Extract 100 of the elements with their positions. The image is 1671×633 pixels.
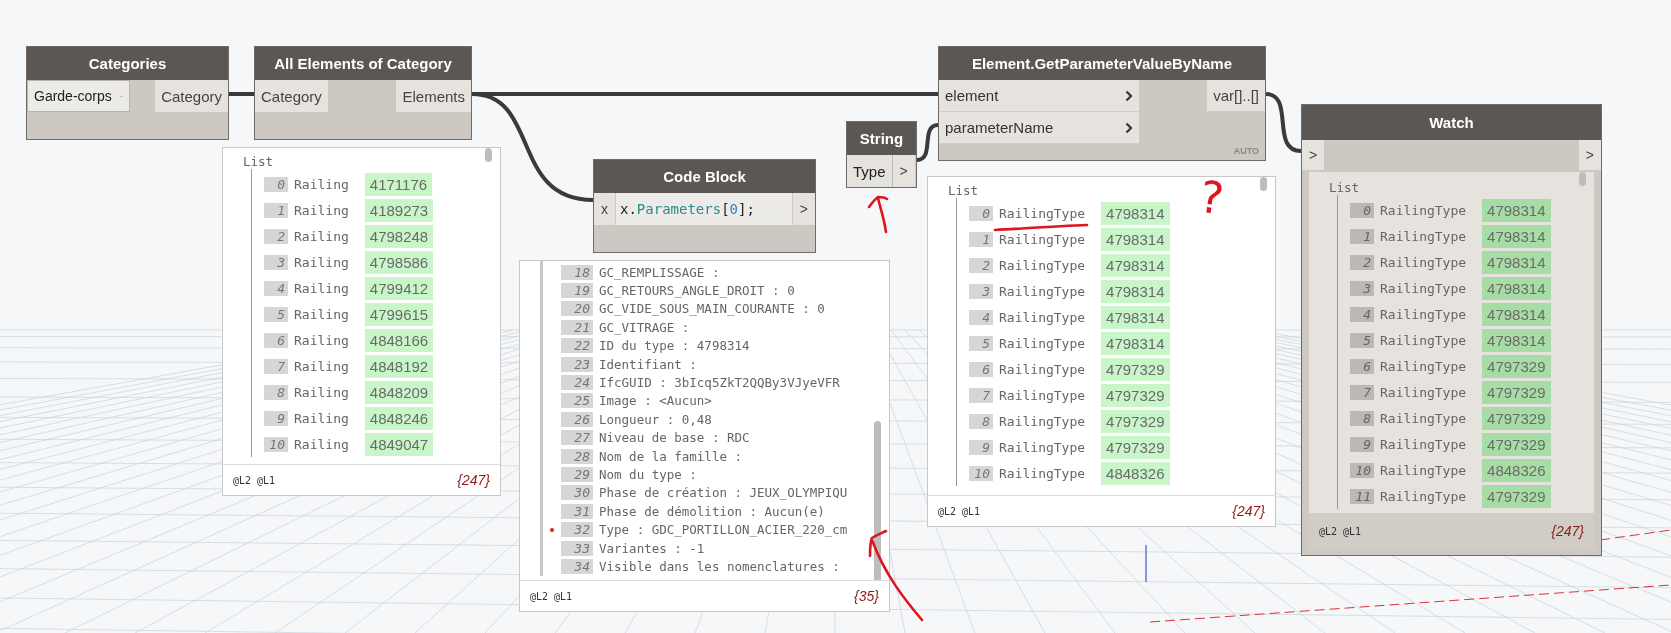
input-port[interactable]: Category (255, 80, 328, 112)
item-value: 4798314 (1482, 250, 1551, 274)
item-value: 4798314 (1101, 279, 1170, 303)
item-label: RailingType (1380, 488, 1467, 504)
list-index: 6 (264, 332, 288, 348)
item-label: Railing (294, 410, 349, 426)
item-text: GC_VIDE_SOUS_MAIN_COURANTE : 0 (599, 301, 825, 317)
item-text: IfcGUID : 3bIcq5ZkT2QQBy3VJyeVFR (599, 375, 840, 391)
scrollbar[interactable] (874, 421, 881, 580)
input-port[interactable]: element (939, 80, 1139, 112)
item-value: 4797329 (1482, 484, 1551, 508)
item-label: RailingType (1380, 410, 1467, 426)
output-port[interactable]: Category (155, 80, 228, 112)
item-label: RailingType (999, 335, 1086, 351)
item-value: 4797329 (1482, 406, 1551, 430)
list-index: 30 (561, 485, 593, 501)
input-port[interactable]: parameterName (939, 112, 1139, 144)
item-value: 4797329 (1482, 354, 1551, 378)
list-index: 23 (561, 356, 593, 372)
list-index: 32 (561, 522, 593, 538)
node-title: String (847, 122, 916, 155)
item-value: 4797329 (1482, 380, 1551, 404)
item-label: Railing (294, 358, 349, 374)
list-index: 26 (561, 411, 593, 427)
list-index: 28 (561, 448, 593, 464)
wire (229, 92, 254, 96)
categories-node[interactable]: Categories Garde-corps Category (26, 46, 229, 140)
item-value: 4848209 (364, 380, 434, 404)
item-label: RailingType (1380, 462, 1467, 478)
list-index: 9 (1350, 436, 1374, 452)
item-value: 4798314 (1101, 227, 1170, 251)
item-value: 4798314 (1482, 198, 1551, 222)
item-text: Identifiant : (599, 356, 697, 372)
list-index: 11 (1350, 488, 1374, 504)
watch-node[interactable] (1301, 104, 1602, 556)
item-label: RailingType (999, 361, 1086, 377)
string-value[interactable]: Type (847, 155, 893, 187)
list-index: 6 (969, 361, 993, 377)
list-index: 2 (1350, 254, 1374, 270)
list-index: 2 (264, 228, 288, 244)
item-label: RailingType (1380, 280, 1467, 296)
item-label: RailingType (999, 413, 1086, 429)
item-text: Phase de création : JEUX_OLYMPIQU (599, 485, 848, 501)
item-value: 4848166 (364, 328, 434, 352)
list-index: 8 (1350, 410, 1374, 426)
list-index: 1 (264, 202, 288, 218)
item-value: 4848326 (1482, 458, 1551, 482)
output-port[interactable]: Elements (396, 80, 471, 112)
list-index: 24 (561, 375, 593, 391)
node-title: All Elements of Category (255, 47, 471, 80)
list-levels: @L2 @L1 (530, 590, 573, 602)
item-label: RailingType (1380, 358, 1467, 374)
list-index: 20 (561, 301, 593, 317)
output-port[interactable]: > (792, 193, 815, 225)
list-index: 7 (969, 387, 993, 403)
list-levels: @L2 @L1 (233, 474, 276, 486)
node-title: Categories (27, 47, 228, 80)
item-text: Variantes : -1 (599, 540, 705, 556)
input-port[interactable]: x (594, 193, 615, 225)
wire (1265, 92, 1302, 153)
item-value: 4171176 (364, 172, 433, 196)
list-index: 4 (264, 280, 288, 296)
item-label: Railing (294, 176, 349, 192)
list-index: 8 (264, 384, 288, 400)
item-value: 4798314 (1101, 253, 1170, 277)
scrollbar[interactable] (1260, 177, 1267, 191)
list-index: 9 (264, 410, 288, 426)
item-label: RailingType (999, 257, 1086, 273)
item-text: Nom de la famille : (599, 448, 742, 464)
code-block-node[interactable]: Code Block x x.Parameters[0]; > (593, 159, 816, 253)
scrollbar[interactable] (485, 148, 492, 162)
chevron-icon (1125, 89, 1133, 102)
list-label: List (948, 183, 979, 198)
item-value: 4798248 (364, 224, 434, 248)
scrollbar[interactable] (1579, 172, 1586, 186)
list-index: 19 (561, 283, 593, 299)
list-levels: @L2 @L1 (1319, 525, 1362, 537)
get-parameter-node[interactable]: Element.GetParameterValueByName element parameterName var[]..[] AUTO (938, 46, 1266, 161)
wire (916, 123, 939, 162)
item-value: 4797329 (1482, 432, 1551, 456)
list-index: 18 (561, 264, 593, 280)
list-index: 4 (969, 309, 993, 325)
item-text: Longueur : 0,48 (599, 411, 712, 427)
input-port[interactable]: > (1302, 140, 1325, 170)
category-dropdown[interactable]: Garde-corps (27, 80, 130, 112)
list-index: 5 (969, 335, 993, 351)
output-port[interactable]: var[]..[] (1207, 80, 1265, 111)
list-index: 9 (969, 439, 993, 455)
output-port[interactable]: > (1578, 140, 1601, 170)
item-value: 4798586 (364, 250, 434, 274)
list-index: 7 (264, 358, 288, 374)
list-index: 3 (1350, 280, 1374, 296)
item-text: Visible dans les nomenclatures : (599, 558, 840, 574)
output-port[interactable]: > (892, 155, 915, 187)
item-label: RailingType (999, 387, 1086, 403)
item-text: GC_REMPLISSAGE : (599, 264, 720, 280)
list-label: List (1329, 180, 1360, 195)
item-text: ID du type : 4798314 (599, 338, 750, 354)
string-node[interactable]: String Type > (846, 121, 917, 188)
all-elements-node[interactable]: All Elements of Category Category Elements (254, 46, 472, 140)
